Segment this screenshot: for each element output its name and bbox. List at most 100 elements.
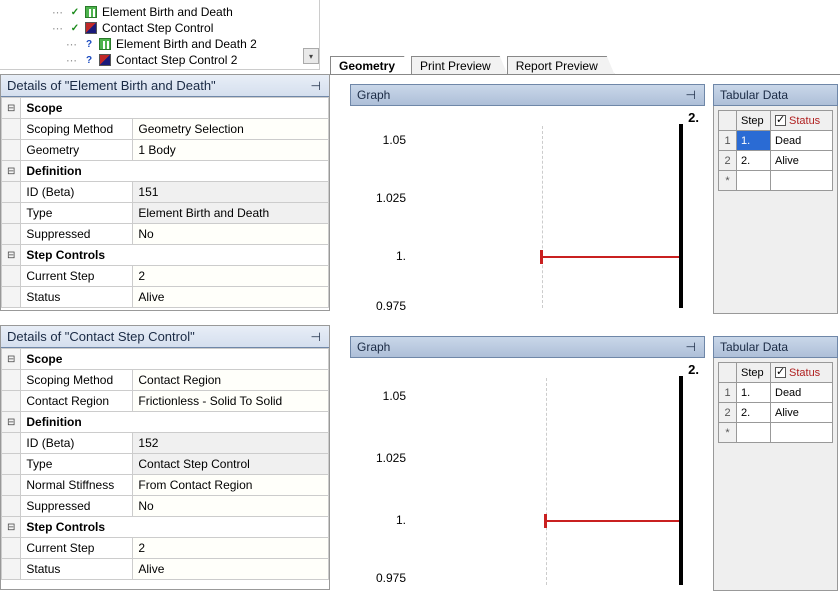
pin-icon[interactable]: ⊣	[684, 340, 698, 354]
tree-item[interactable]: ⋯?Element Birth and Death 2	[24, 36, 315, 52]
prop-label: Type	[21, 454, 133, 475]
tree-item[interactable]: ⋯✓Element Birth and Death	[24, 4, 315, 20]
cell-status[interactable]	[771, 171, 833, 191]
step-end-bar	[679, 124, 683, 308]
cell-step[interactable]	[737, 171, 771, 191]
tree-item[interactable]: ⋯✓Contact Step Control	[24, 20, 315, 36]
table-row[interactable]: 2 2. Alive	[719, 151, 833, 171]
col-step[interactable]: Step	[737, 363, 771, 383]
prop-value[interactable]: Alive	[133, 287, 329, 308]
prop-label: Scoping Method	[21, 119, 133, 140]
details-title-text: Details of "Element Birth and Death"	[7, 78, 216, 93]
cell-status[interactable]: Dead	[771, 383, 833, 403]
tree-item-label: Contact Step Control	[102, 21, 213, 35]
cell-step[interactable]: 1.	[737, 131, 771, 151]
corner-cell	[719, 363, 737, 383]
pin-icon[interactable]: ⊣	[309, 330, 323, 344]
question-icon: ?	[84, 39, 94, 49]
details-panel-1: Details of "Element Birth and Death" ⊣ ⊟…	[0, 74, 330, 311]
cell-step[interactable]: 2.	[737, 403, 771, 423]
tree-item[interactable]: ⋯?Contact Step Control 2	[24, 52, 315, 68]
cell-step[interactable]: 1.	[737, 383, 771, 403]
col-status[interactable]: Status	[771, 111, 833, 131]
ytick: 1.05	[356, 133, 406, 147]
outline-tree[interactable]: ⋯✓Element Birth and Death⋯✓Contact Step …	[0, 0, 320, 70]
pin-icon[interactable]: ⊣	[684, 88, 698, 102]
table-row-new[interactable]: *	[719, 423, 833, 443]
prop-value[interactable]: 2	[133, 266, 329, 287]
prop-value[interactable]: Frictionless - Solid To Solid	[133, 391, 329, 412]
cell-status[interactable]	[771, 423, 833, 443]
checkbox-icon[interactable]	[775, 115, 786, 126]
cell-status[interactable]: Dead	[771, 131, 833, 151]
ytick: 1.025	[356, 191, 406, 205]
prop-value[interactable]: Alive	[133, 559, 329, 580]
checkmark-icon: ✓	[70, 7, 80, 17]
table-row[interactable]: 2 2. Alive	[719, 403, 833, 423]
graph-panel-1: Graph ⊣ 2. 1.05 1.025 1. 0.975	[350, 84, 705, 314]
ytick: 1.	[356, 513, 406, 527]
tab-geometry[interactable]: Geometry	[330, 56, 412, 75]
cell-status[interactable]: Alive	[771, 403, 833, 423]
prop-label: Current Step	[21, 266, 133, 287]
worksheet-tabs: Geometry Print Preview Report Preview	[330, 56, 614, 75]
prop-label: Scoping Method	[21, 370, 133, 391]
prop-value[interactable]: No	[133, 496, 329, 517]
step-end-bar	[679, 376, 683, 585]
series-line	[542, 256, 681, 258]
collapse-toggle[interactable]: ⊟	[2, 517, 21, 538]
row-number: 2	[719, 151, 737, 171]
tree-scroll-down[interactable]: ▾	[303, 48, 319, 64]
collapse-toggle[interactable]: ⊟	[2, 98, 21, 119]
tabular-data-panel-2: Tabular Data Step Status 1 1. Dead 2 2. …	[713, 336, 838, 591]
category-step-controls: Step Controls	[21, 517, 329, 538]
graph-panel-2: Graph ⊣ 2. 1.05 1.025 1. 0.975	[350, 336, 705, 591]
graph-title: Graph	[357, 340, 390, 354]
prop-value: Contact Step Control	[133, 454, 329, 475]
prop-value[interactable]: From Contact Region	[133, 475, 329, 496]
prop-value: 151	[133, 182, 329, 203]
prop-value[interactable]: Geometry Selection	[133, 119, 329, 140]
col-status[interactable]: Status	[771, 363, 833, 383]
cell-status[interactable]: Alive	[771, 151, 833, 171]
gridline-v	[546, 378, 547, 585]
tab-report-preview[interactable]: Report Preview	[507, 56, 615, 75]
collapse-toggle[interactable]: ⊟	[2, 349, 21, 370]
cell-step[interactable]: 2.	[737, 151, 771, 171]
ytick: 1.025	[356, 451, 406, 465]
col-status-label: Status	[789, 115, 820, 127]
prop-label: Suppressed	[21, 224, 133, 245]
pin-icon[interactable]: ⊣	[309, 79, 323, 93]
graph-plot[interactable]: 2. 1.05 1.025 1. 0.975	[350, 358, 705, 589]
tabular-grid[interactable]: Step Status 1 1. Dead 2 2. Alive *	[718, 362, 833, 443]
graph-plot[interactable]: 2. 1.05 1.025 1. 0.975	[350, 106, 705, 312]
tabular-header: Tabular Data	[713, 336, 838, 358]
cell-step[interactable]	[737, 423, 771, 443]
checkbox-icon[interactable]	[775, 367, 786, 378]
prop-value[interactable]: 2	[133, 538, 329, 559]
prop-value[interactable]: Contact Region	[133, 370, 329, 391]
tabular-grid[interactable]: Step Status 1 1. Dead 2 2. Alive *	[718, 110, 833, 191]
table-row[interactable]: 1 1. Dead	[719, 383, 833, 403]
col-step[interactable]: Step	[737, 111, 771, 131]
collapse-toggle[interactable]: ⊟	[2, 245, 21, 266]
tabular-data-panel-1: Tabular Data Step Status 1 1. Dead 2 2. …	[713, 84, 838, 314]
contact-icon	[98, 53, 112, 67]
prop-value[interactable]: 1 Body	[133, 140, 329, 161]
table-row-new[interactable]: *	[719, 171, 833, 191]
collapse-toggle[interactable]: ⊟	[2, 161, 21, 182]
tree-item-label: Element Birth and Death 2	[116, 37, 257, 51]
prop-label: Suppressed	[21, 496, 133, 517]
category-step-controls: Step Controls	[21, 245, 329, 266]
details-property-grid: ⊟Scope Scoping MethodGeometry Selection …	[1, 97, 329, 308]
worksheet-tab-underline	[330, 74, 840, 75]
prop-value[interactable]: No	[133, 224, 329, 245]
tabular-header: Tabular Data	[713, 84, 838, 106]
tab-print-preview[interactable]: Print Preview	[411, 56, 508, 75]
question-icon: ?	[84, 55, 94, 65]
gridline-v	[542, 126, 543, 308]
row-star: *	[719, 423, 737, 443]
table-row[interactable]: 1 1. Dead	[719, 131, 833, 151]
collapse-toggle[interactable]: ⊟	[2, 412, 21, 433]
prop-label: Geometry	[21, 140, 133, 161]
